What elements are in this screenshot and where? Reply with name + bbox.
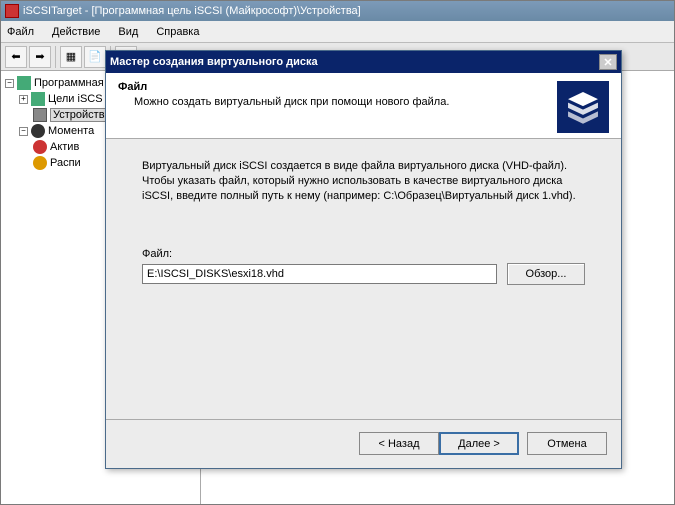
targets-icon [31,92,45,106]
devices-icon [33,108,47,122]
wizard-header-title: Файл [118,81,557,93]
next-button[interactable]: Далее > [439,432,519,455]
active-icon [33,140,47,154]
app-icon [5,4,19,18]
tree-targets-label: Цели iSCS [48,93,103,105]
tree-devices-label: Устройств [50,108,108,122]
toolbar-properties-icon[interactable]: 📄 [84,46,106,68]
menu-view[interactable]: Вид [118,26,138,38]
wizard-banner-icon [557,81,609,133]
menu-action[interactable]: Действие [52,26,100,38]
collapse-icon[interactable]: − [19,127,28,136]
back-button[interactable]: < Назад [359,432,439,455]
close-icon: ✕ [603,56,612,69]
tree-snapshots-label: Момента [48,125,94,137]
wizard-body: Виртуальный диск iSCSI создается в виде … [106,139,621,419]
browse-button[interactable]: Обзор... [507,263,585,285]
wizard-title-text: Мастер создания виртуального диска [110,56,318,68]
nav-button-group: < Назад Далее > [359,432,519,455]
toolbar-new-icon[interactable]: ▦ [60,46,82,68]
menu-help[interactable]: Справка [156,26,199,38]
menu-file[interactable]: Файл [7,26,34,38]
wizard-titlebar: Мастер создания виртуального диска ✕ [106,51,621,73]
tree-active-label: Актив [50,141,79,153]
snapshots-icon [31,124,45,138]
file-label: Файл: [142,248,585,260]
wizard-dialog: Мастер создания виртуального диска ✕ Фай… [105,50,622,469]
toolbar-sep [55,46,56,68]
toolbar-back-icon[interactable]: ⬅ [5,46,27,68]
wizard-footer: < Назад Далее > Отмена [106,419,621,467]
tree-schedule-label: Распи [50,157,81,169]
main-title-text: iSCSITarget - [Программная цель iSCSI (М… [23,5,361,17]
menubar: Файл Действие Вид Справка [1,21,674,43]
file-row: Обзор... [142,263,585,285]
file-path-input[interactable] [142,264,497,284]
wizard-header-text: Файл Можно создать виртуальный диск при … [118,81,557,130]
target-root-icon [17,76,31,90]
cancel-button[interactable]: Отмена [527,432,607,455]
wizard-header-subtitle: Можно создать виртуальный диск при помощ… [118,96,557,108]
main-titlebar: iSCSITarget - [Программная цель iSCSI (М… [1,1,674,21]
expand-icon[interactable]: + [19,95,28,104]
wizard-description: Виртуальный диск iSCSI создается в виде … [142,159,585,204]
toolbar-forward-icon[interactable]: ➡ [29,46,51,68]
collapse-icon[interactable]: − [5,79,14,88]
schedule-icon [33,156,47,170]
tree-root-label: Программная [34,77,104,89]
wizard-header: Файл Можно создать виртуальный диск при … [106,73,621,139]
close-button[interactable]: ✕ [599,54,617,70]
